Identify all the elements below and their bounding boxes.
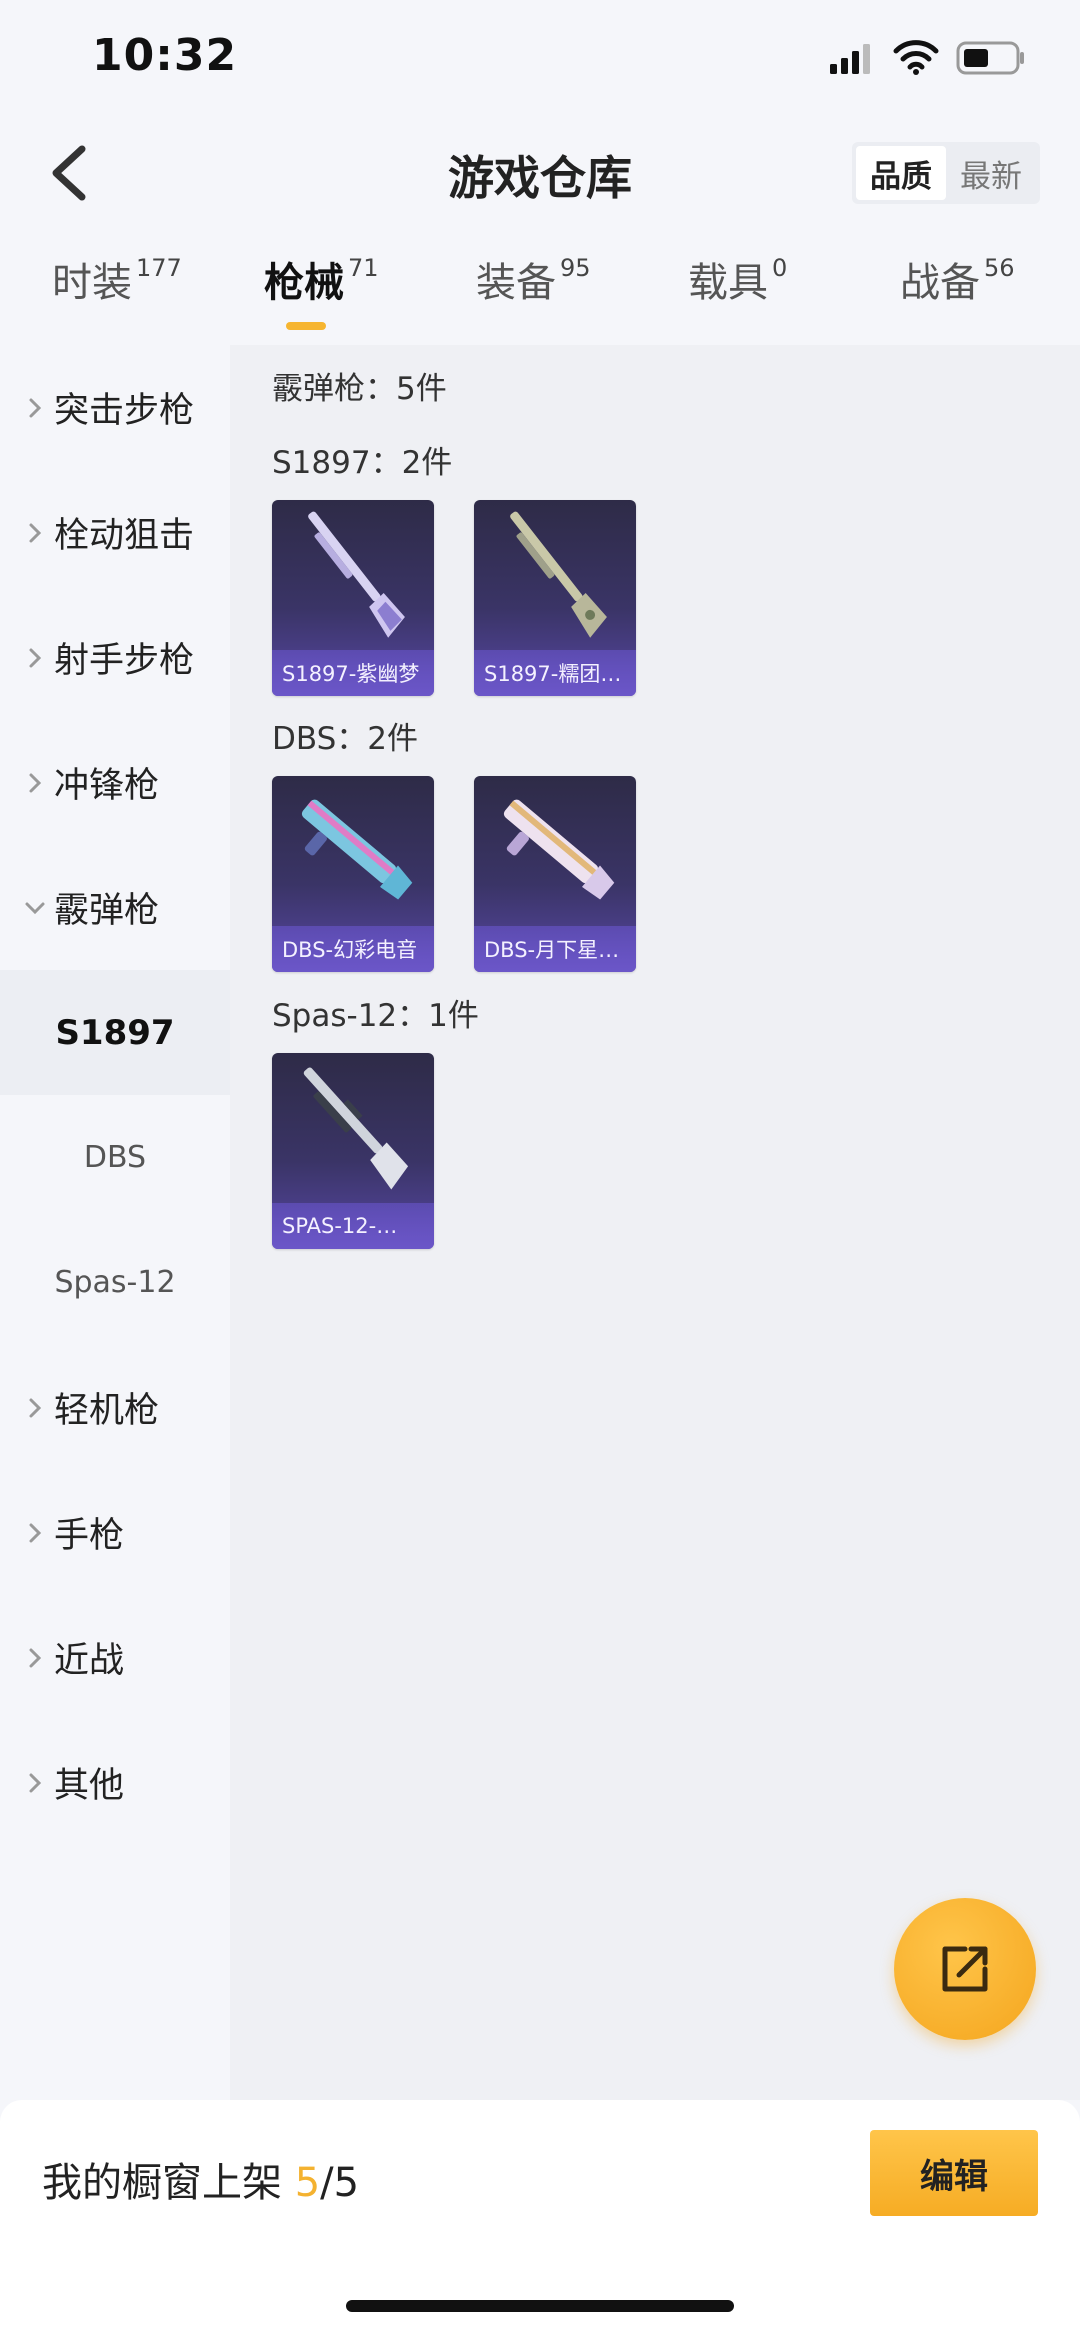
shotgun-image <box>308 511 405 638</box>
group-title: S1897：2件 <box>272 445 453 481</box>
sidebar-item-assault-rifle[interactable]: 突击步枪 <box>0 345 230 470</box>
sidebar-item-pistol[interactable]: 手枪 <box>0 1470 230 1595</box>
shotgun-image <box>503 799 615 900</box>
category-tabs: 时装 177 枪械 71 装备 95 载具 0 战备 56 <box>0 250 1080 340</box>
header: 游戏仓库 品质 最新 <box>0 120 1080 230</box>
tab-label: 战备 <box>900 260 980 306</box>
item-card[interactable]: S1897-糯团… <box>474 500 636 696</box>
tab-vehicles[interactable]: 载具 0 <box>688 250 787 340</box>
category-summary: 霰弹枪：5件 <box>272 371 447 407</box>
tab-equipment[interactable]: 装备 95 <box>476 250 591 340</box>
sidebar-item-melee[interactable]: 近战 <box>0 1595 230 1720</box>
sidebar-item-label: 手枪 <box>54 1516 125 1556</box>
tab-count: 71 <box>348 254 379 282</box>
sidebar-subitem-s1897[interactable]: S1897 <box>0 970 230 1095</box>
battery-icon <box>956 41 1024 75</box>
sidebar-item-label: 射手步枪 <box>54 641 195 681</box>
sidebar-item-label: 近战 <box>54 1641 125 1681</box>
sidebar-item-marksman-rifle[interactable]: 射手步枪 <box>0 595 230 720</box>
sidebar-item-label: 其他 <box>54 1766 125 1806</box>
share-button[interactable] <box>894 1898 1036 2040</box>
sidebar: 突击步枪 栓动狙击 射手步枪 冲锋枪 霰弹枪 S1897 DBS Spas-12… <box>0 345 230 2100</box>
chevron-right-icon <box>22 1647 48 1669</box>
sort-newest-button[interactable]: 最新 <box>946 146 1036 200</box>
sidebar-item-label: 栓动狙击 <box>54 516 195 556</box>
showcase-count: 5 <box>294 2160 321 2206</box>
tab-label: 装备 <box>476 260 556 306</box>
tab-fashion[interactable]: 时装 177 <box>52 250 182 340</box>
chevron-right-icon <box>22 522 48 544</box>
shotgun-image <box>303 1067 409 1190</box>
chevron-right-icon <box>22 647 48 669</box>
signal-icon <box>830 44 870 74</box>
sort-toggle: 品质 最新 <box>852 142 1040 204</box>
chevron-right-icon <box>22 772 48 794</box>
group-title: DBS：2件 <box>272 721 418 757</box>
sidebar-item-label: 冲锋枪 <box>54 766 160 806</box>
item-name: SPAS-12-… <box>272 1203 434 1249</box>
status-bar: 10:32 <box>0 0 1080 120</box>
shotgun-image <box>510 511 607 638</box>
sidebar-item-smg[interactable]: 冲锋枪 <box>0 720 230 845</box>
tab-count: 95 <box>560 254 591 282</box>
tab-supplies[interactable]: 战备 56 <box>900 250 1015 340</box>
share-icon <box>942 1946 988 1992</box>
item-grid: 霰弹枪：5件 S1897：2件 S1897-紫幽梦 S1897-糯团… DBS：… <box>230 345 1080 2100</box>
sidebar-item-other[interactable]: 其他 <box>0 1720 230 1845</box>
sidebar-subitem-dbs[interactable]: DBS <box>0 1095 230 1220</box>
group-title: Spas-12：1件 <box>272 998 479 1034</box>
item-card[interactable]: DBS-幻彩电音 <box>272 776 434 972</box>
tab-label: 枪械 <box>264 260 344 306</box>
sidebar-item-label: 霰弹枪 <box>54 891 160 931</box>
wifi-icon <box>893 40 939 75</box>
tab-label: 载具 <box>688 260 768 306</box>
item-card[interactable]: S1897-紫幽梦 <box>272 500 434 696</box>
sidebar-item-shotgun[interactable]: 霰弹枪 <box>0 845 230 970</box>
item-card[interactable]: DBS-月下星… <box>474 776 636 972</box>
showcase-label: 我的橱窗上架 <box>42 2160 295 2206</box>
sort-quality-button[interactable]: 品质 <box>856 146 946 200</box>
tab-count: 177 <box>136 254 182 282</box>
chevron-down-icon <box>22 901 48 915</box>
sidebar-item-label: 突击步枪 <box>54 391 195 431</box>
sidebar-item-label: 轻机枪 <box>54 1391 160 1431</box>
tab-count: 56 <box>984 254 1015 282</box>
item-card[interactable]: SPAS-12-… <box>272 1053 434 1249</box>
status-time: 10:32 <box>92 30 238 81</box>
item-name: S1897-糯团… <box>474 650 636 696</box>
item-name: S1897-紫幽梦 <box>272 650 434 696</box>
item-name: DBS-幻彩电音 <box>272 926 434 972</box>
chevron-right-icon <box>22 1522 48 1544</box>
sidebar-item-lmg[interactable]: 轻机枪 <box>0 1345 230 1470</box>
tab-count: 0 <box>772 254 788 282</box>
edit-button[interactable]: 编辑 <box>870 2130 1038 2216</box>
shotgun-image <box>301 799 413 900</box>
tab-label: 时装 <box>52 260 132 306</box>
chevron-right-icon <box>22 1772 48 1794</box>
sidebar-subitem-spas12[interactable]: Spas-12 <box>0 1220 230 1345</box>
chevron-right-icon <box>22 397 48 419</box>
home-indicator <box>346 2300 734 2312</box>
active-tab-indicator <box>286 322 326 330</box>
showcase-total: /5 <box>320 2160 360 2206</box>
item-name: DBS-月下星… <box>474 926 636 972</box>
chevron-right-icon <box>22 1397 48 1419</box>
sidebar-item-bolt-sniper[interactable]: 栓动狙击 <box>0 470 230 595</box>
showcase-status: 我的橱窗上架 5/5 <box>42 2150 359 2208</box>
